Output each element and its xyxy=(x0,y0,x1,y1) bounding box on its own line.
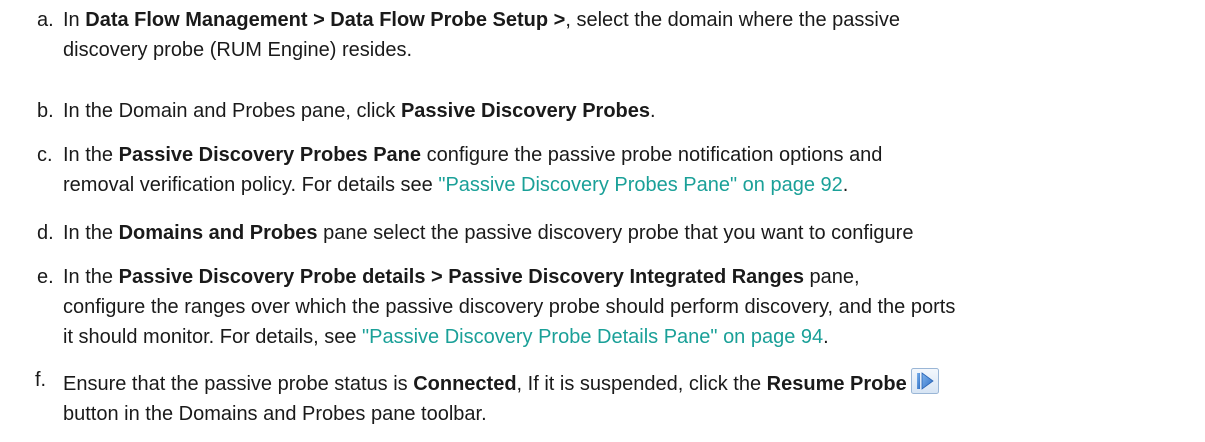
text-run: In the Domain and Probes pane, click xyxy=(63,100,401,122)
text-run: configure the passive probe notification… xyxy=(421,144,883,166)
step-e: e. In the Passive Discovery Probe detail… xyxy=(0,262,1200,352)
step-marker: b. xyxy=(37,100,54,122)
text-run: In the xyxy=(63,222,119,244)
text-run: In xyxy=(63,9,86,31)
bold-text: Data Flow Management > Data Flow Probe S… xyxy=(85,9,566,31)
step-text: Ensure that the passive probe status is … xyxy=(63,368,1200,429)
text-run: removal verification policy. For details… xyxy=(63,174,439,196)
step-text: In the Domains and Probes pane select th… xyxy=(63,218,1200,248)
step-marker: d. xyxy=(37,222,54,244)
step-line: In Data Flow Management > Data Flow Prob… xyxy=(63,5,1200,35)
step-d: d. In the Domains and Probes pane select… xyxy=(0,218,1200,248)
step-marker: f. xyxy=(35,369,47,391)
passive-discovery-probe-details-pane-link[interactable]: "Passive Discovery Probe Details Pane" o… xyxy=(362,326,823,348)
text-run: . xyxy=(842,174,849,196)
step-marker: c. xyxy=(37,144,53,166)
step-line: In the Domains and Probes pane select th… xyxy=(63,218,1200,248)
step-f: f. Ensure that the passive probe status … xyxy=(0,368,1200,429)
step-marker: a. xyxy=(37,9,54,31)
text-run: button in the Domains and Probes pane to… xyxy=(63,403,487,425)
procedure-steps: a. In Data Flow Management > Data Flow P… xyxy=(0,0,1205,442)
step-c: c. In the Passive Discovery Probes Pane … xyxy=(0,140,1200,200)
step-line: In the Passive Discovery Probes Pane con… xyxy=(63,140,1200,170)
resume-probe-icon xyxy=(910,368,939,394)
bold-text: Passive Discovery Probe details > Passiv… xyxy=(118,266,804,288)
step-b: b. In the Domain and Probes pane, click … xyxy=(0,96,1200,126)
step-line: discovery probe (RUM Engine) resides. xyxy=(63,35,1200,65)
step-text: In the Passive Discovery Probe details >… xyxy=(63,262,1200,352)
bold-text: Domains and Probes xyxy=(118,222,318,244)
text-run: , select the domain where the passive xyxy=(565,9,900,31)
step-line: removal verification policy. For details… xyxy=(63,170,1200,200)
step-marker: e. xyxy=(37,266,54,288)
text-run: discovery probe (RUM Engine) resides. xyxy=(63,39,413,61)
step-text: In the Passive Discovery Probes Pane con… xyxy=(63,140,1200,200)
step-line: configure the ranges over which the pass… xyxy=(63,292,1200,322)
bold-text: Passive Discovery Probes xyxy=(400,100,651,122)
text-run: it should monitor. For details, see xyxy=(63,326,363,348)
text-run: , If it is suspended, click the xyxy=(516,373,767,395)
bold-text: Connected xyxy=(413,373,517,395)
resume-probe-icon-graphic xyxy=(910,368,939,394)
step-text: In the Domain and Probes pane, click Pas… xyxy=(63,96,1200,126)
text-run: In the xyxy=(63,266,119,288)
bold-text: Resume Probe xyxy=(766,373,907,395)
text-run: Ensure that the passive probe status is xyxy=(63,373,414,395)
step-line: Ensure that the passive probe status is … xyxy=(63,368,1200,399)
step-line: In the Passive Discovery Probe details >… xyxy=(63,262,1200,292)
step-text: In Data Flow Management > Data Flow Prob… xyxy=(63,5,1200,65)
passive-discovery-probes-pane-link[interactable]: "Passive Discovery Probes Pane" on page … xyxy=(438,174,842,196)
step-a: a. In Data Flow Management > Data Flow P… xyxy=(0,5,1200,65)
bold-text: Passive Discovery Probes Pane xyxy=(118,144,422,166)
text-run: . xyxy=(823,326,829,348)
text-run: pane select the passive discovery probe … xyxy=(317,222,914,244)
text-run: . xyxy=(650,100,656,122)
step-line: button in the Domains and Probes pane to… xyxy=(63,399,1200,429)
step-line: it should monitor. For details, see "Pas… xyxy=(63,322,1200,352)
text-run: configure the ranges over which the pass… xyxy=(63,296,956,318)
text-run: pane, xyxy=(803,266,860,288)
step-line: In the Domain and Probes pane, click Pas… xyxy=(63,96,1200,126)
text-run: In the xyxy=(63,144,119,166)
